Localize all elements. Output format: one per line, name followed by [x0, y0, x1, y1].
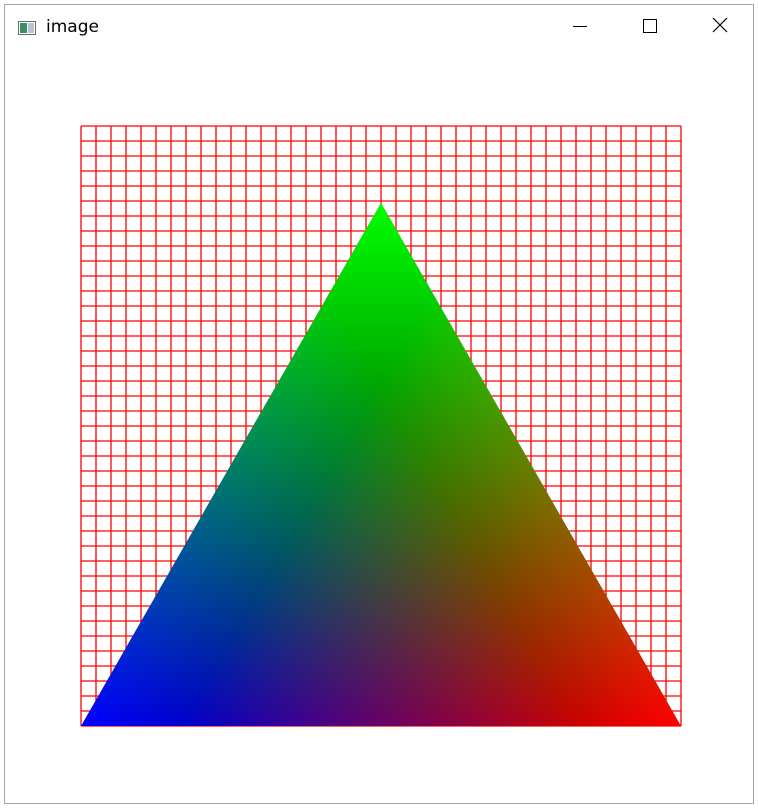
maximize-icon: [643, 18, 657, 37]
image-canvas: [5, 49, 753, 807]
minimize-icon: [573, 18, 587, 37]
title-bar[interactable]: image: [5, 5, 753, 49]
image-drawing: [80, 125, 682, 727]
maximize-button[interactable]: [627, 5, 673, 49]
app-image-icon: [18, 20, 36, 35]
window-title: image: [46, 17, 99, 37]
close-button[interactable]: [697, 5, 743, 49]
minimize-button[interactable]: [557, 5, 603, 49]
app-window: image: [4, 4, 754, 804]
close-icon: [712, 17, 728, 37]
